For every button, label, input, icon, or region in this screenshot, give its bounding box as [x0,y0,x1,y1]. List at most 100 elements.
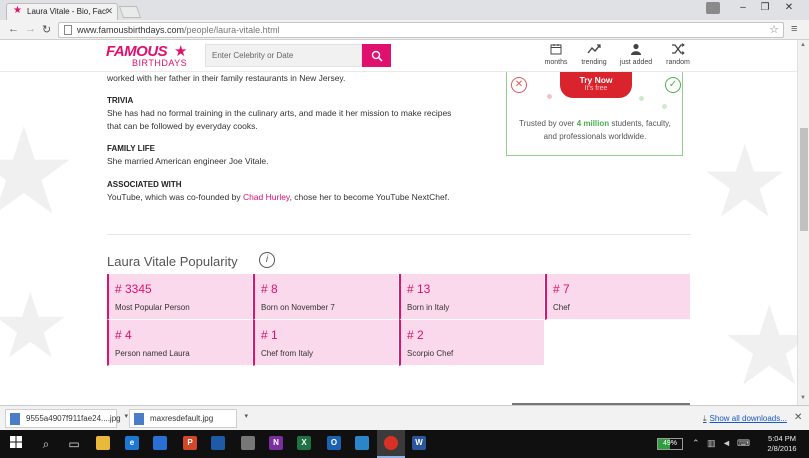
decor-dot [547,94,552,99]
vertical-scrollbar[interactable]: ▲ ▼ [797,40,809,405]
tab-title: Laura Vitale - Bio, Facts, Fa [27,7,107,16]
app-icon[interactable] [355,436,369,450]
nav-just-added[interactable]: just added [616,43,656,66]
download-shelf: 9555a4907f911fae24....jpg ▾ maxresdefaul… [0,405,809,430]
advertisement: ✕ ✓ Try Now It's free Trusted by over 4 … [506,72,683,156]
image-file-icon [10,413,20,425]
battery-indicator[interactable]: 49% [657,438,683,450]
keyboard-icon[interactable]: ⌨ [737,438,750,449]
close-shelf-icon[interactable]: ✕ [794,412,802,423]
family-life-text: She married American engineer Joe Vitale… [107,156,269,166]
popularity-card[interactable]: # 1 Chef from Italy [253,320,399,366]
nav-trending[interactable]: trending [574,43,614,66]
download-icon: ⤓ [703,414,707,423]
trivia-heading: TRIVIA [107,96,134,105]
clock[interactable]: 5:04 PM 2/8/2016 [759,434,805,454]
volume-icon[interactable]: ◄ [722,438,731,448]
minimize-icon[interactable]: – [733,2,753,13]
reload-icon[interactable]: ↻ [42,23,51,36]
back-icon[interactable]: ← [8,23,19,35]
page-content: ★ ★ ★ ★ worked with her father in their … [0,72,797,405]
download-item[interactable]: maxresdefault.jpg ▾ [129,409,248,428]
bookmark-star-icon[interactable]: ☆ [769,23,779,36]
popularity-card[interactable]: # 2 Scorpio Chef [399,320,545,366]
trivia-text: She has had no formal training in the cu… [107,108,452,131]
network-icon[interactable]: ▥ [707,438,716,449]
calendar-icon [536,43,576,59]
try-now-button[interactable]: Try Now It's free [560,72,632,98]
powerpoint-icon[interactable]: P [183,436,197,450]
address-toolbar: ← → ↻ www.famousbirthdays.com/people/lau… [0,20,809,40]
edge-icon[interactable]: e [125,436,139,450]
show-all-downloads-link[interactable]: ⤓ Show all downloads... [703,414,787,424]
shuffle-icon [658,43,698,59]
outlook-icon[interactable]: O [327,436,341,450]
popularity-card[interactable]: # 3345 Most Popular Person [107,274,253,320]
store-icon[interactable] [153,436,167,450]
chevron-down-icon[interactable]: ▾ [244,412,248,420]
site-favicon-icon: ★ [13,5,22,16]
image-file-icon [134,413,144,425]
file-explorer-icon[interactable] [96,436,110,450]
background-star-icon: ★ [700,126,790,238]
person-icon [616,43,656,59]
popularity-card[interactable]: # 8 Born on November 7 [253,274,399,320]
search-icon[interactable]: ⌕ [36,434,56,454]
url-bar[interactable]: www.famousbirthdays.com/people/laura-vit… [58,22,784,38]
decor-dot [662,104,667,109]
check-circle-icon: ✓ [665,77,681,93]
chad-hurley-link[interactable]: Chad Hurley [243,192,290,202]
decor-dot [639,96,644,101]
restore-icon[interactable]: ❐ [755,2,775,13]
site-logo[interactable]: FAMOUS ★ BIRTHDAYS [106,43,196,69]
search-input[interactable]: Enter Celebrity or Date [205,44,362,67]
bio-intro-text: worked with her father in their family r… [107,73,346,83]
popularity-grid: # 3345 Most Popular Person # 8 Born on Nov… [107,274,692,366]
close-tab-icon[interactable]: ✕ [105,6,113,17]
scrollbar-thumb[interactable] [800,128,808,231]
forward-icon[interactable]: → [25,23,36,35]
chrome-icon[interactable] [384,436,398,450]
windows-taskbar: ⌕ ▭ e P N X O W 49% ⌃ ▥ ◄ ⌨ 5:04 PM 2/8/… [0,430,809,458]
nav-random[interactable]: random [658,43,698,66]
scroll-down-icon[interactable]: ▼ [800,395,806,401]
popularity-card[interactable]: # 7 Chef [545,274,691,320]
site-header: FAMOUS ★ BIRTHDAYS Enter Celebrity or Da… [0,40,797,72]
ad-message: Trusted by over 4 million students, facu… [519,119,671,141]
chrome-menu-icon[interactable]: ≡ [791,23,797,35]
background-star-icon: ★ [0,105,78,239]
new-tab-button[interactable] [118,6,142,18]
section-divider [107,234,691,235]
x-circle-icon: ✕ [511,77,527,93]
search-icon [371,50,383,62]
family-life-heading: FAMILY LIFE [107,144,156,153]
profile-icon[interactable] [706,2,720,14]
url-text: www.famousbirthdays.com/people/laura-vit… [77,25,280,35]
window-close-icon[interactable]: ✕ [779,2,799,13]
shield-icon[interactable] [241,436,255,450]
download-item[interactable]: 9555a4907f911fae24....jpg ▾ [5,409,128,428]
excel-icon[interactable]: X [297,436,311,450]
browser-tab[interactable]: ★ Laura Vitale - Bio, Facts, Fa ✕ [6,3,118,20]
chevron-down-icon[interactable]: ▾ [124,412,128,420]
word-icon[interactable]: W [412,436,426,450]
search-button[interactable] [362,44,391,67]
browser-tab-bar: ★ Laura Vitale - Bio, Facts, Fa ✕ – ❐ ✕ [0,0,809,20]
onenote-icon[interactable]: N [269,436,283,450]
popularity-title: Laura Vitale Popularity [107,254,238,269]
background-star-icon: ★ [720,285,797,405]
start-icon[interactable] [6,434,26,454]
info-icon[interactable]: i [259,252,275,268]
nav-months[interactable]: months [536,43,576,66]
associated-with-text: YouTube, which was co-founded by Chad Hu… [107,192,450,202]
background-star-icon: ★ [0,277,71,377]
scroll-up-icon[interactable]: ▲ [800,42,806,48]
popularity-card[interactable]: # 4 Person named Laura [107,320,253,366]
page-icon [64,25,72,35]
app-icon[interactable] [211,436,225,450]
task-view-icon[interactable]: ▭ [64,434,84,454]
tray-up-icon[interactable]: ⌃ [692,438,700,449]
popularity-card[interactable]: # 13 Born in Italy [399,274,545,320]
trending-icon [574,43,614,59]
associated-with-heading: ASSOCIATED WITH [107,180,182,189]
